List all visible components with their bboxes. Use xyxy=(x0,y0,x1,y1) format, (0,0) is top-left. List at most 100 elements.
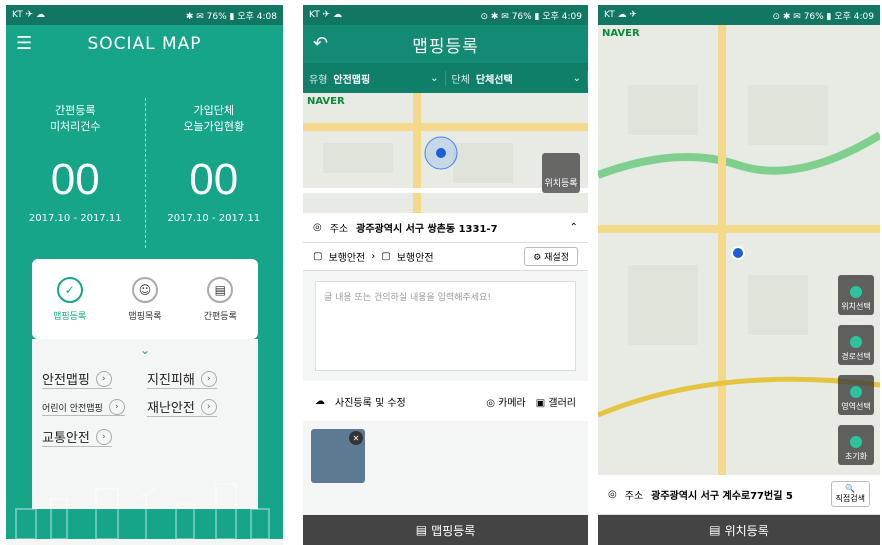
button-label: 경로선택 xyxy=(841,352,871,361)
button-label: 갤러리 xyxy=(548,397,576,409)
status-left: KT ☁ ✈ xyxy=(604,10,637,20)
category-from: 보행안전 xyxy=(328,253,366,264)
status-left: KT ✈ ☁ xyxy=(309,10,342,20)
menu-mapping-register[interactable]: ✓ 맵핑등록 xyxy=(53,276,87,322)
map-view[interactable]: NAVER 위치선택 경로선택 영역선택 초기화 xyxy=(598,25,880,475)
button-label: 직접검색 xyxy=(835,494,865,503)
type-label: 유형 xyxy=(309,74,328,86)
address-label: 주소 xyxy=(624,491,644,502)
chevron-right-icon: › xyxy=(200,370,217,387)
city-skyline-illustration xyxy=(15,483,270,539)
menu-label: 맵핑등록 xyxy=(53,311,87,322)
chevron-right-icon: › xyxy=(95,428,112,445)
chevron-right-icon: › xyxy=(95,370,112,387)
camera-button[interactable]: ◎ 카메라 xyxy=(486,394,526,409)
button-label: 초기화 xyxy=(844,452,868,461)
group-select[interactable]: 단체 단체선택 ⌄ xyxy=(446,70,588,86)
home-hero: 간편등록 미처리건수 00 2017.10 - 2017.11 가입단체 오늘가… xyxy=(6,63,283,539)
stat-label: 가입단체 xyxy=(193,104,234,117)
naver-logo: NAVER xyxy=(602,28,640,39)
doc-icon: ▢ xyxy=(381,251,391,262)
chevron-up-icon[interactable]: ⌃ xyxy=(570,222,578,233)
category-label: 지진피해 xyxy=(147,373,195,388)
filter-bar: 유형 안전맵핑 ⌄ 단체 단체선택 ⌄ xyxy=(303,63,588,93)
chevron-down-icon: ⌄ xyxy=(572,72,581,84)
direct-search-button[interactable]: 🔍 직접검색 xyxy=(830,481,870,507)
type-value: 안전맵핑 xyxy=(333,74,371,86)
pin-icon xyxy=(850,286,862,298)
address-row: ◎ 주소 광주광역시 서구 계수로77번길 5 🔍 직접검색 xyxy=(598,475,880,515)
status-right: ⊙ ✱ ✉ 76% ▮ 오후 4:09 xyxy=(772,11,874,22)
route-icon xyxy=(850,336,862,348)
map-view[interactable]: NAVER 위치등록 xyxy=(303,93,588,213)
address-label: 주소 xyxy=(329,224,349,235)
button-label: 맵핑등록 xyxy=(431,523,476,538)
stat-value: 00 xyxy=(189,155,239,204)
cloud-icon: ☁ xyxy=(315,395,325,407)
button-label: 위치등록 xyxy=(544,179,578,189)
menu-label: 간편등록 xyxy=(203,311,237,322)
category-traffic-safety[interactable]: 교통안전 › xyxy=(42,427,112,447)
category-safety-mapping[interactable]: 안전맵핑 › xyxy=(42,369,112,389)
menu-quick-register[interactable]: ▤ 간편등록 xyxy=(203,276,237,322)
doc-icon: ▢ xyxy=(313,251,323,262)
status-bar: KT ✈ ☁ ⊙ ✱ ✉ 76% ▮ 오후 4:09 xyxy=(303,5,588,25)
photo-thumbnail[interactable]: ✕ xyxy=(311,429,365,483)
menu-mapping-list[interactable]: ☺ 맵핑목록 xyxy=(128,276,162,322)
area-icon xyxy=(850,386,862,398)
chevron-down-icon: ⌄ xyxy=(430,72,439,84)
type-select[interactable]: 유형 안전맵핑 ⌄ xyxy=(303,70,446,86)
doc-icon: ▤ xyxy=(709,523,721,537)
app-bar: ↶ 맵핑등록 xyxy=(303,25,588,63)
pin-user-icon: ☺ xyxy=(131,276,158,303)
hamburger-menu-icon[interactable]: ☰ xyxy=(16,33,32,54)
address-row: ◎ 주소 광주광역시 서구 쌍촌동 1331-7 ⌃ xyxy=(303,213,588,243)
location-icon: ◎ xyxy=(313,222,322,233)
select-location-button[interactable]: 위치선택 xyxy=(838,275,874,315)
reset-button[interactable]: ⚙ 재설정 xyxy=(524,247,578,266)
chevron-down-icon: ⌄ xyxy=(139,343,151,357)
naver-logo: NAVER xyxy=(307,96,345,107)
joined-groups-stat: 가입단체 오늘가입현황 00 2017.10 - 2017.11 xyxy=(145,103,284,224)
status-bar: KT ✈ ☁ ✱ ✉ 76% ▮ 오후 4:08 xyxy=(6,5,283,25)
chevron-right-icon: › xyxy=(108,399,125,415)
status-right: ⊙ ✱ ✉ 76% ▮ 오후 4:09 xyxy=(480,11,582,22)
category-earthquake[interactable]: 지진피해 › xyxy=(147,369,217,389)
category-label: 교통안전 xyxy=(42,431,90,446)
pin-check-icon: ✓ xyxy=(56,276,83,303)
screen-home: KT ✈ ☁ ✱ ✉ 76% ▮ 오후 4:08 ☰ SOCIAL MAP 간편… xyxy=(6,5,283,545)
menu-label: 맵핑목록 xyxy=(128,311,162,322)
category-child-safety[interactable]: 어린이 안전맵핑 › xyxy=(42,399,125,416)
textarea-placeholder: 글 내용 또는 건의하실 내용을 입력해주세요! xyxy=(324,293,491,303)
address-value: 광주광역시 서구 쌍촌동 1331-7 xyxy=(356,224,498,235)
screen-mapping-register: KT ✈ ☁ ⊙ ✱ ✉ 76% ▮ 오후 4:09 ↶ 맵핑등록 유형 안전맵… xyxy=(303,5,588,545)
gallery-button[interactable]: ▣ 갤러리 xyxy=(536,394,576,409)
stat-range: 2017.10 - 2017.11 xyxy=(28,213,122,224)
back-arrow-icon[interactable]: ↶ xyxy=(313,33,328,54)
stat-label: 간편등록 xyxy=(55,104,96,117)
register-location-submit-button[interactable]: ▤ 위치등록 xyxy=(598,515,880,545)
photo-title: 사진등록 및 수정 xyxy=(335,397,406,409)
status-right: ✱ ✉ 76% ▮ 오후 4:08 xyxy=(185,11,277,22)
group-label: 단체 xyxy=(451,74,470,86)
screen-location-register: KT ☁ ✈ ⊙ ✱ ✉ 76% ▮ 오후 4:09 NAVER 위치선택 경로… xyxy=(598,5,880,545)
page-title: 맵핑등록 xyxy=(412,36,479,57)
button-label: 위치등록 xyxy=(724,523,769,538)
category-disaster-safety[interactable]: 재난안전 › xyxy=(147,397,217,417)
location-icon: ◎ xyxy=(608,489,617,500)
category-to: 보행안전 xyxy=(396,253,434,264)
app-bar: ☰ SOCIAL MAP xyxy=(6,25,283,63)
pin-doc-icon: ▤ xyxy=(207,276,234,303)
status-left: KT ✈ ☁ xyxy=(12,10,45,20)
register-location-button[interactable]: 위치등록 xyxy=(542,153,580,193)
reset-map-button[interactable]: 초기화 xyxy=(838,425,874,465)
submit-mapping-button[interactable]: ▤ 맵핑등록 xyxy=(303,515,588,545)
stat-range: 2017.10 - 2017.11 xyxy=(167,213,261,224)
button-label: 위치선택 xyxy=(841,302,871,311)
button-label: 카메라 xyxy=(498,397,526,409)
photo-section: ☁ 사진등록 및 수정 ◎ 카메라 ▣ 갤러리 xyxy=(303,381,588,421)
select-route-button[interactable]: 경로선택 xyxy=(838,325,874,365)
close-icon[interactable]: ✕ xyxy=(349,431,363,445)
select-area-button[interactable]: 영역선택 xyxy=(838,375,874,415)
content-textarea[interactable]: 글 내용 또는 건의하실 내용을 입력해주세요! xyxy=(315,281,576,371)
